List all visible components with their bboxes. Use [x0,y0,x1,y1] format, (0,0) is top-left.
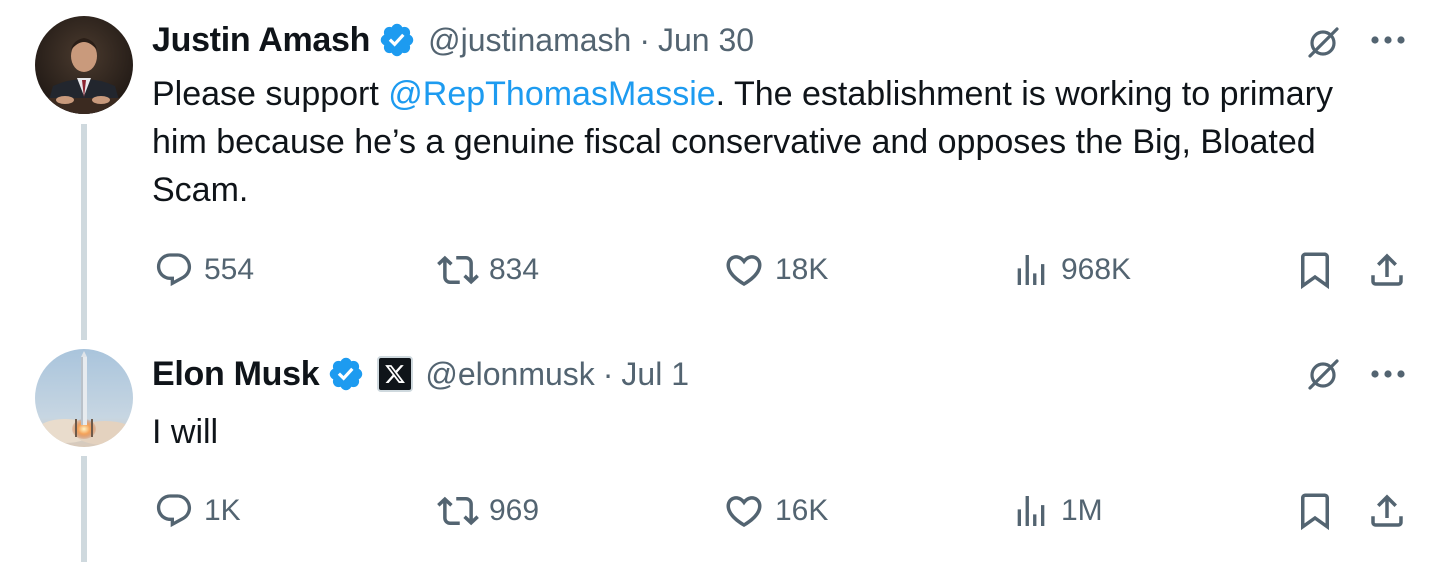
action-bar: 554 834 18K 968K [0,240,1440,300]
separator-dot: · [602,355,614,392]
views-count: 968K [1061,253,1132,286]
tweet-header: Elon Musk @elonmusk · Jul 1 [152,350,689,398]
mention-link[interactable]: @RepThomasMassie [388,75,715,113]
repost-icon [437,490,479,532]
tweet-header: Justin Amash @justinamash · Jun 30 [152,16,754,64]
reply-button[interactable]: 1K [154,481,241,541]
repost-icon [437,249,479,291]
repost-button[interactable]: 834 [437,240,539,300]
author-handle[interactable]: @justinamash [428,22,631,59]
avatar[interactable] [35,349,133,447]
separator-dot: · [639,21,650,58]
bookmark-icon [1294,490,1336,532]
like-count: 18K [775,253,829,286]
grok-icon[interactable] [1300,18,1348,66]
author-name[interactable]: Elon Musk [152,355,320,394]
views-icon [1011,250,1051,290]
share-icon [1366,490,1408,532]
tweet-date[interactable]: Jul 1 [621,356,689,393]
bookmark-button[interactable] [1294,240,1336,300]
more-icon[interactable] [1364,16,1412,64]
reply-icon [154,491,194,531]
author-name[interactable]: Justin Amash [152,21,370,60]
views-count: 1M [1061,494,1103,527]
bookmark-button[interactable] [1294,481,1336,541]
tweet-text: I will [152,413,219,451]
verified-badge-icon[interactable] [378,21,416,59]
reply-count: 1K [204,494,241,527]
share-button[interactable] [1366,481,1408,541]
like-icon [723,249,765,291]
share-button[interactable] [1366,240,1408,300]
action-bar: 1K 969 16K 1M [0,481,1440,541]
repost-button[interactable]: 969 [437,481,539,541]
more-icon[interactable] [1364,350,1412,398]
grok-icon[interactable] [1300,350,1348,398]
like-count: 16K [775,494,829,527]
reply-count: 554 [204,253,255,286]
views-button[interactable]: 968K [1011,240,1131,300]
reply-button[interactable]: 554 [154,240,254,300]
avatar[interactable] [35,16,133,114]
thread-connector-line [81,124,87,340]
share-icon [1366,249,1408,291]
tweet-text-start: Please support [152,75,389,113]
like-button[interactable]: 16K [723,481,828,541]
tweet-text: Please support @RepThomasMassie. The est… [152,70,1382,214]
like-button[interactable]: 18K [723,240,828,300]
repost-count: 834 [489,253,540,286]
tweet-date[interactable]: Jun 30 [658,22,754,59]
x-affiliate-badge-icon[interactable] [377,356,414,392]
bookmark-icon [1294,249,1336,291]
repost-count: 969 [489,494,540,527]
verified-badge-icon[interactable] [327,355,365,393]
views-button[interactable]: 1M [1011,481,1103,541]
thread: Justin Amash @justinamash · Jun 30 Pleas… [0,0,1440,584]
tweet-justin-amash[interactable]: Justin Amash @justinamash · Jun 30 Pleas… [0,0,1440,340]
author-handle[interactable]: @elonmusk [425,356,594,393]
tweet-elon-musk[interactable]: Elon Musk @elonmusk · Jul 1 I will 1K 96… [0,340,1440,584]
views-icon [1011,491,1051,531]
reply-icon [154,250,194,290]
like-icon [723,490,765,532]
